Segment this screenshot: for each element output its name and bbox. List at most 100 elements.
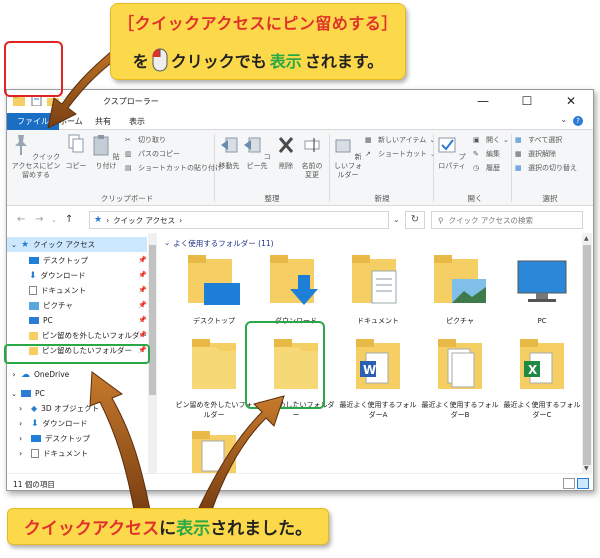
callout-subtitle: を クリックでも 表示 されます。 xyxy=(111,48,405,72)
help-icon[interactable]: ? xyxy=(573,116,583,126)
cut-label: 切り取り xyxy=(138,136,166,144)
expand-icon[interactable]: › xyxy=(19,419,31,428)
move-to-button[interactable]: 移動先 xyxy=(217,134,241,171)
cut-button[interactable]: ✂ 切り取り xyxy=(125,134,166,146)
nav-item-desktop[interactable]: デスクトップ 📌 xyxy=(7,253,147,268)
paste-button[interactable]: 貼り付け xyxy=(89,134,123,171)
copy-button[interactable]: コピー xyxy=(65,134,87,171)
new-folder-button[interactable]: 新しいフォルダー xyxy=(333,134,363,180)
edit-button[interactable]: ✎ 編集 xyxy=(473,148,500,160)
up-arrow-icon[interactable]: ↑ xyxy=(65,214,73,225)
callout-text-red: クイックアクセス xyxy=(23,519,160,539)
folder-item-documents[interactable]: ドキュメント xyxy=(338,253,418,326)
new-item-icon: ▦ xyxy=(365,135,372,144)
pin-label: クイック アクセスにピン留めする xyxy=(11,153,61,179)
nav-item-pc-desktop[interactable]: › デスクトップ xyxy=(7,431,147,446)
rename-button[interactable]: 名前の変更 xyxy=(299,134,325,180)
folder-item-downloads[interactable]: ダウンロード xyxy=(256,253,336,326)
nav-item-pictures[interactable]: ピクチャ 📌 xyxy=(7,298,147,313)
refresh-button[interactable]: ↻ xyxy=(405,211,425,229)
chevron-down-icon[interactable]: ⌄ xyxy=(560,115,567,124)
details-view-icon[interactable] xyxy=(563,478,575,489)
item-label: ピクチャ xyxy=(446,317,474,325)
select-group-label: 選択 xyxy=(542,194,558,203)
breadcrumb[interactable]: クイック アクセス xyxy=(113,215,175,226)
pin-to-quick-access-button[interactable]: クイック アクセスにピン留めする xyxy=(9,134,63,180)
download-icon: ⬇ xyxy=(29,270,37,281)
nav-label: デスクトップ xyxy=(45,434,90,443)
group-header[interactable]: ⌄ よく使用するフォルダー (11) xyxy=(164,238,274,249)
address-bar[interactable]: ★ › クイック アクセス › xyxy=(89,211,389,229)
expand-icon[interactable]: › xyxy=(7,370,21,379)
close-button[interactable]: ✕ xyxy=(549,90,593,112)
tab-home[interactable]: ホーム xyxy=(51,114,91,129)
group-header-label: よく使用するフォルダー (11) xyxy=(173,239,274,248)
content-scrollbar[interactable]: ▲ ▼ xyxy=(582,233,592,473)
expand-icon[interactable]: ⌄ xyxy=(7,241,21,249)
content-scroll-thumb[interactable] xyxy=(583,245,591,465)
history-button[interactable]: ◷ 履歴 xyxy=(473,162,500,174)
folder-item-pc[interactable]: PC xyxy=(502,253,582,326)
scroll-down-icon[interactable]: ▼ xyxy=(584,465,589,472)
nav-item-pc[interactable]: PC 📌 xyxy=(7,313,147,328)
expand-icon[interactable]: › xyxy=(19,404,31,413)
folder-item-more[interactable] xyxy=(174,429,254,473)
recent-dropdown-icon[interactable]: ⌄ xyxy=(51,216,57,224)
shortcut-button[interactable]: ↗ショートカット⌄ xyxy=(365,148,436,160)
scroll-up-icon[interactable]: ▲ xyxy=(584,235,589,242)
search-input[interactable]: ⚲ クイック アクセスの検索 xyxy=(431,211,583,229)
properties-button[interactable]: プロパティ xyxy=(435,134,469,171)
large-icons-view-icon[interactable] xyxy=(577,478,589,489)
back-arrow-icon[interactable]: ← xyxy=(17,214,25,225)
folder-item-recent-a[interactable]: W 最近よく使用するフォルダーA xyxy=(338,337,418,420)
easy-access-icon: ↗ xyxy=(365,149,371,158)
expand-icon[interactable]: › xyxy=(19,449,31,458)
delete-button[interactable]: 削除 xyxy=(275,134,297,171)
tab-view[interactable]: 表示 xyxy=(121,114,153,129)
nav-item-pc-downloads[interactable]: › ⬇ ダウンロード xyxy=(7,416,147,431)
address-dropdown-icon[interactable]: ⌄ xyxy=(393,215,400,224)
copy-path-button[interactable]: ▥ パスのコピー xyxy=(125,148,180,160)
paste-shortcut-button[interactable]: ▤ ショートカットの貼り付け xyxy=(125,162,222,174)
copy-to-button[interactable]: コピー先 xyxy=(243,134,271,171)
nav-label: クイック アクセス xyxy=(33,240,96,249)
folder-icon xyxy=(192,431,236,473)
tab-share[interactable]: 共有 xyxy=(87,114,119,129)
select-all-button[interactable]: ▦ すべて選択 xyxy=(515,134,562,146)
minimize-button[interactable]: — xyxy=(461,90,505,112)
pin-icon: 📌 xyxy=(138,301,147,309)
organize-group-label: 整理 xyxy=(264,194,280,203)
edit-label: 編集 xyxy=(486,150,500,158)
nav-item-downloads[interactable]: ⬇ ダウンロード 📌 xyxy=(7,268,147,283)
address-row: ← → ⌄ ↑ ★ › クイック アクセス › ⌄ ↻ ⚲ クイック アクセスの… xyxy=(7,207,593,233)
folder-item-desktop[interactable]: デスクトップ xyxy=(174,253,254,326)
expand-icon[interactable]: › xyxy=(19,434,31,443)
folder-item-recent-b[interactable]: 最近よく使用するフォルダーB xyxy=(420,337,500,420)
invert-selection-button[interactable]: ▦ 選択の切り替え xyxy=(515,162,577,174)
new-item-button[interactable]: ▦新しいアイテム⌄ xyxy=(365,134,435,146)
folder-item-recent-c[interactable]: X 最近よく使用するフォルダーC xyxy=(502,337,582,420)
callout-text: に xyxy=(159,519,177,539)
nav-item-onedrive[interactable]: › ☁ OneDrive xyxy=(7,367,147,382)
select-none-button[interactable]: ▦ 選択解除 xyxy=(515,148,556,160)
nav-item-this-pc[interactable]: ⌄ PC xyxy=(7,386,147,401)
open-button[interactable]: ▣ 開く ⌄ xyxy=(473,134,509,146)
nav-item-quick-access[interactable]: ⌄ ★ クイック アクセス xyxy=(7,237,147,252)
scissors-icon: ✂ xyxy=(125,135,131,144)
folder-item-unpin[interactable]: ピン留めを外したいフォルダー xyxy=(174,337,254,420)
forward-arrow-icon[interactable]: → xyxy=(35,214,43,225)
nav-label: PC xyxy=(35,389,45,398)
nav-item-documents[interactable]: ドキュメント 📌 xyxy=(7,283,147,298)
svg-text:W: W xyxy=(363,363,376,377)
nav-scroll-thumb[interactable] xyxy=(149,245,156,395)
nav-pinned-highlight xyxy=(4,344,150,364)
nav-item-unpin-folder[interactable]: ピン留めを外したいフォルダー 📌 xyxy=(7,328,147,343)
ribbon-separator xyxy=(329,134,330,202)
nav-item-pc-documents[interactable]: › ドキュメント xyxy=(7,446,147,461)
expand-icon[interactable]: ⌄ xyxy=(7,390,21,398)
maximize-button[interactable]: ☐ xyxy=(505,90,549,112)
excel-folder-icon: X xyxy=(520,339,564,389)
nav-item-3d-objects[interactable]: › ◆ 3D オブジェクト xyxy=(7,401,147,416)
folder-item-pictures[interactable]: ピクチャ xyxy=(420,253,500,326)
pin-button-highlight xyxy=(4,41,63,97)
